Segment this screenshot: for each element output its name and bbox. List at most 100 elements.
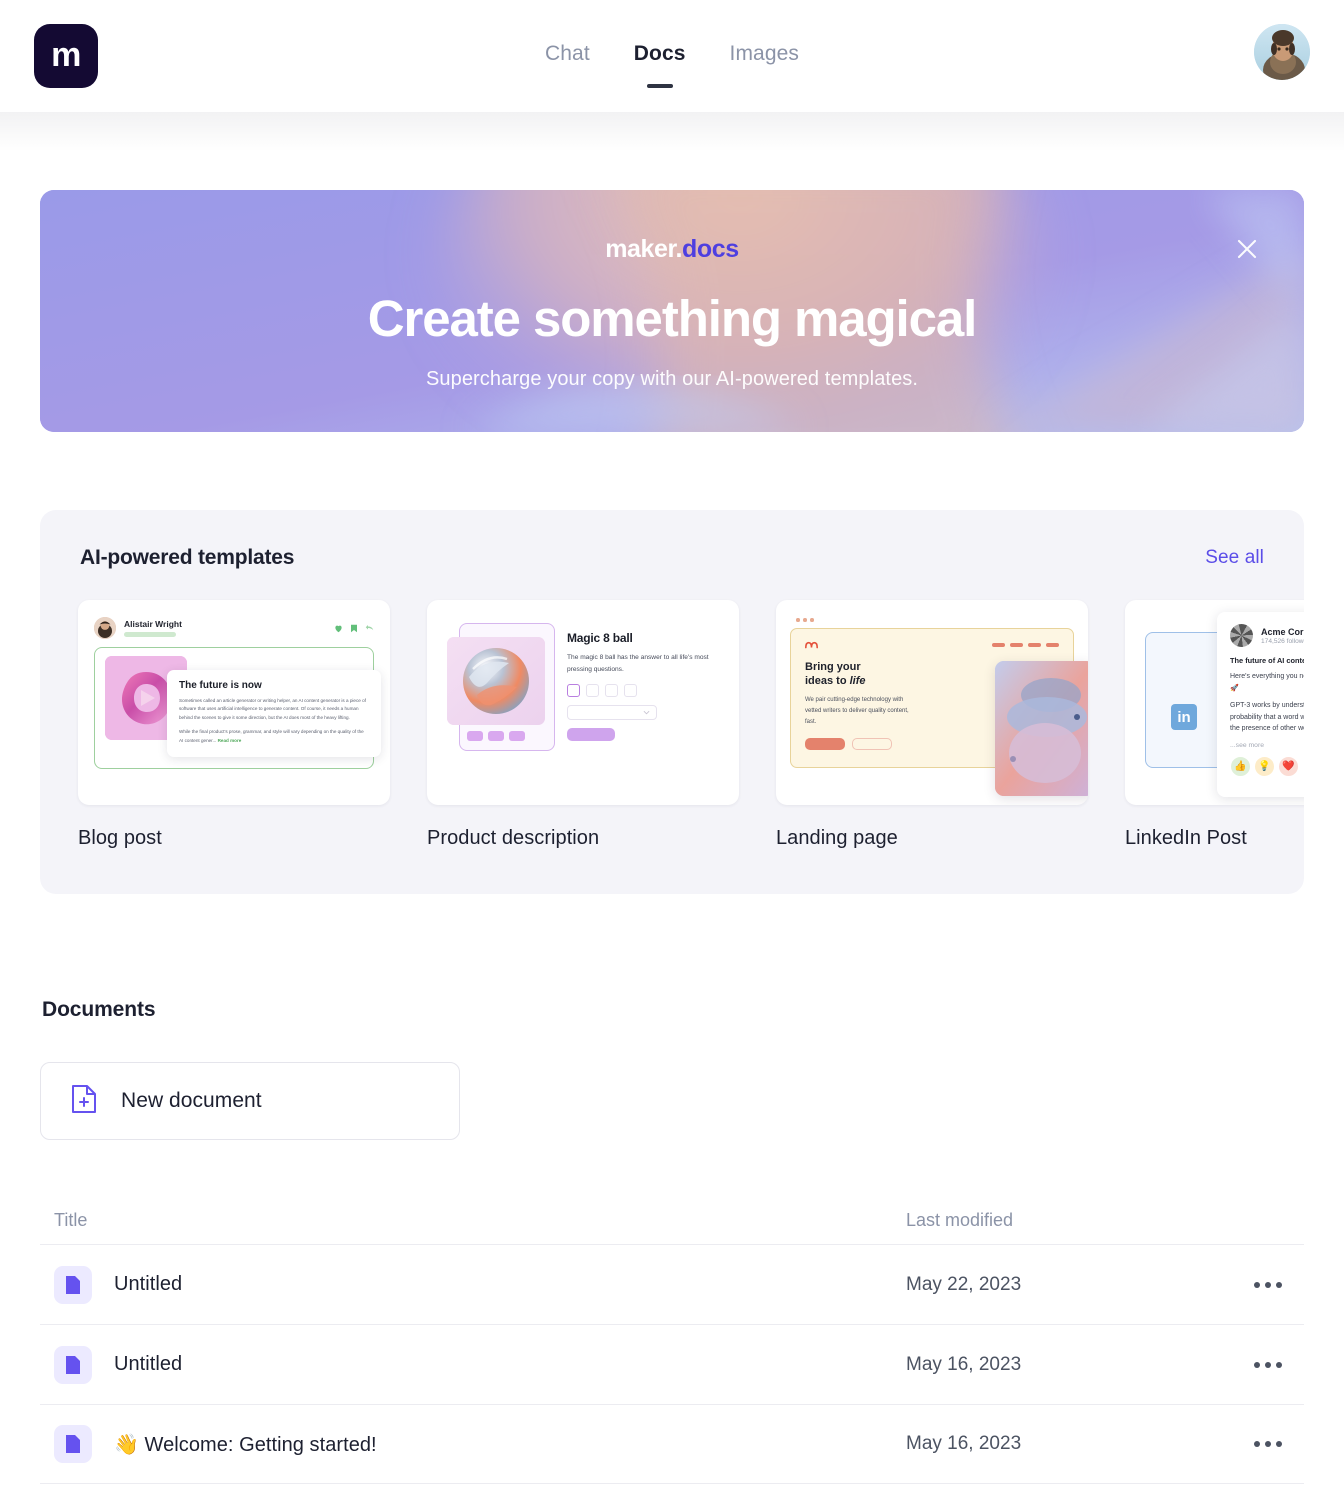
product-option[interactable] xyxy=(586,684,599,698)
blog-body-2-text: While the final product's prose, grammar… xyxy=(179,729,364,743)
new-document-label: New document xyxy=(121,1089,262,1112)
product-submit-button[interactable] xyxy=(567,728,615,742)
more-options-icon[interactable] xyxy=(1254,1441,1282,1447)
nav-tab-docs[interactable]: Docs xyxy=(634,42,686,70)
company-avatar xyxy=(1230,624,1253,647)
bookmark-icon xyxy=(351,624,357,632)
product-thumbnail[interactable] xyxy=(488,731,504,741)
chevron-down-icon xyxy=(643,710,650,715)
app-header: m Chat Docs Images xyxy=(0,0,1344,112)
landing-primary-button[interactable] xyxy=(805,738,845,751)
reply-icon xyxy=(365,625,374,631)
documents-table: Title Last modified Untitled May 22, 202… xyxy=(40,1196,1304,1484)
template-preview-blog-post[interactable]: Alistair Wright The future is now Someti… xyxy=(78,600,390,805)
maker-logo[interactable]: m xyxy=(34,24,98,88)
post-action-icons xyxy=(334,624,374,633)
wave-logo-icon xyxy=(805,641,818,648)
document-icon xyxy=(54,1345,92,1384)
logo-mark: m xyxy=(51,36,81,74)
template-card-product-description[interactable]: Magic 8 ball The magic 8 ball has the an… xyxy=(427,600,739,850)
reaction-heart-icon: ❤️ xyxy=(1278,755,1299,777)
banner-title: Create something magical xyxy=(367,290,978,348)
product-thumbnails xyxy=(467,731,525,741)
template-card-landing-page[interactable]: Bring your ideas to life We pair cutting… xyxy=(776,600,1088,850)
nav-tab-chat[interactable]: Chat xyxy=(545,42,590,70)
heart-icon xyxy=(335,625,342,632)
template-label-product-description: Product description xyxy=(427,827,600,849)
linkedin-post-body-1: Here's everything you need to know to av… xyxy=(1230,673,1304,692)
product-body: The magic 8 ball has the answer to all l… xyxy=(567,654,709,673)
landing-secondary-button[interactable] xyxy=(852,738,892,751)
user-avatar[interactable] xyxy=(1254,24,1310,80)
column-header-last-modified: Last modified xyxy=(906,1209,1014,1230)
main-nav: Chat Docs Images xyxy=(545,0,799,112)
template-card-blog-post[interactable]: Alistair Wright The future is now Someti… xyxy=(78,600,390,850)
linkedin-post-card: Acme Corp 174,526 followers The future o… xyxy=(1217,612,1304,797)
landing-heading-line2-pre: ideas to xyxy=(805,674,850,687)
template-label-linkedin-post: LinkedIn Post xyxy=(1125,827,1247,849)
reaction-thumbs-up-icon: 👍 xyxy=(1230,755,1251,777)
document-title: 👋 Welcome: Getting started! xyxy=(114,1433,377,1456)
file-plus-icon xyxy=(71,1084,97,1119)
see-all-link[interactable]: See all xyxy=(1205,547,1264,569)
product-thumbnail[interactable] xyxy=(467,731,483,741)
template-preview-landing-page[interactable]: Bring your ideas to life We pair cutting… xyxy=(776,600,1088,805)
author-name: Alistair Wright xyxy=(124,619,182,629)
close-icon[interactable] xyxy=(1234,236,1260,262)
blog-text-panel: The future is now Sometimes called an ar… xyxy=(167,670,381,758)
author-meta-bar xyxy=(124,632,176,637)
landing-heading-emphasis: life xyxy=(849,674,866,687)
company-followers: 174,526 followers xyxy=(1261,637,1304,645)
blog-content-frame: The future is now Sometimes called an ar… xyxy=(94,647,381,769)
template-label-blog-post: Blog post xyxy=(78,827,162,849)
header-shadow xyxy=(0,112,1344,152)
product-heading: Magic 8 ball xyxy=(567,631,633,645)
brand-docs: docs xyxy=(682,235,739,264)
document-last-modified: May 16, 2023 xyxy=(906,1433,1022,1454)
read-more-link[interactable]: Read more xyxy=(218,738,242,743)
templates-title: AI-powered templates xyxy=(80,546,295,569)
reaction-bulb-icon: 💡 xyxy=(1254,755,1275,777)
product-option[interactable] xyxy=(624,684,637,698)
blog-body-2: While the final product's prose, grammar… xyxy=(179,728,369,745)
document-icon xyxy=(54,1425,92,1463)
document-title: Untitled xyxy=(114,1353,183,1375)
blog-body-1: Sometimes called an article generator or… xyxy=(179,698,366,720)
avatar-photo xyxy=(1254,24,1310,80)
nav-tab-images[interactable]: Images xyxy=(730,42,799,70)
product-image xyxy=(447,637,545,725)
promo-banner: maker.docs Create something magical Supe… xyxy=(40,190,1304,432)
linkedin-reactions: 👍 💡 ❤️ xyxy=(1230,755,1304,777)
landing-frame: Bring your ideas to life We pair cutting… xyxy=(790,627,1088,796)
column-header-title: Title xyxy=(54,1209,88,1230)
template-label-landing-page: Landing page xyxy=(776,827,898,849)
blog-heading: The future is now xyxy=(179,680,262,691)
document-title: Untitled xyxy=(114,1273,183,1295)
product-select[interactable] xyxy=(567,705,657,721)
product-option[interactable] xyxy=(567,684,580,698)
banner-subtitle: Supercharge your copy with our AI-powere… xyxy=(425,367,919,390)
more-options-icon[interactable] xyxy=(1254,1281,1282,1288)
templates-header: AI-powered templates See all xyxy=(78,546,1266,570)
template-preview-linkedin-post[interactable]: in Acme Corp 174,526 followers The futur… xyxy=(1125,600,1304,805)
templates-panel: AI-powered templates See all Alistair Wr… xyxy=(40,510,1304,894)
document-icon xyxy=(54,1265,92,1304)
window-dots xyxy=(796,618,1074,622)
linkedin-see-more-link[interactable]: ...see more xyxy=(1230,742,1304,749)
product-option[interactable] xyxy=(605,684,618,698)
landing-hero-image xyxy=(995,660,1088,796)
document-last-modified: May 16, 2023 xyxy=(906,1353,1022,1375)
product-thumbnail[interactable] xyxy=(509,731,525,741)
landing-nav-dashes xyxy=(992,643,1059,647)
banner-brand: maker.docs xyxy=(605,235,739,264)
new-document-button[interactable]: New document xyxy=(40,1062,460,1140)
more-options-icon[interactable] xyxy=(1254,1361,1282,1368)
template-preview-product-description[interactable]: Magic 8 ball The magic 8 ball has the an… xyxy=(427,600,739,805)
table-row[interactable]: Untitled May 22, 2023 xyxy=(40,1244,1304,1324)
template-card-linkedin-post[interactable]: in Acme Corp 174,526 followers The futur… xyxy=(1125,600,1304,850)
table-row[interactable]: Untitled May 16, 2023 xyxy=(40,1324,1304,1404)
landing-heading-line1: Bring your xyxy=(805,660,861,673)
documents-title: Documents xyxy=(42,998,156,1021)
table-row[interactable]: 👋 Welcome: Getting started! May 16, 2023 xyxy=(40,1404,1304,1484)
templates-card-list: Alistair Wright The future is now Someti… xyxy=(78,600,1304,850)
